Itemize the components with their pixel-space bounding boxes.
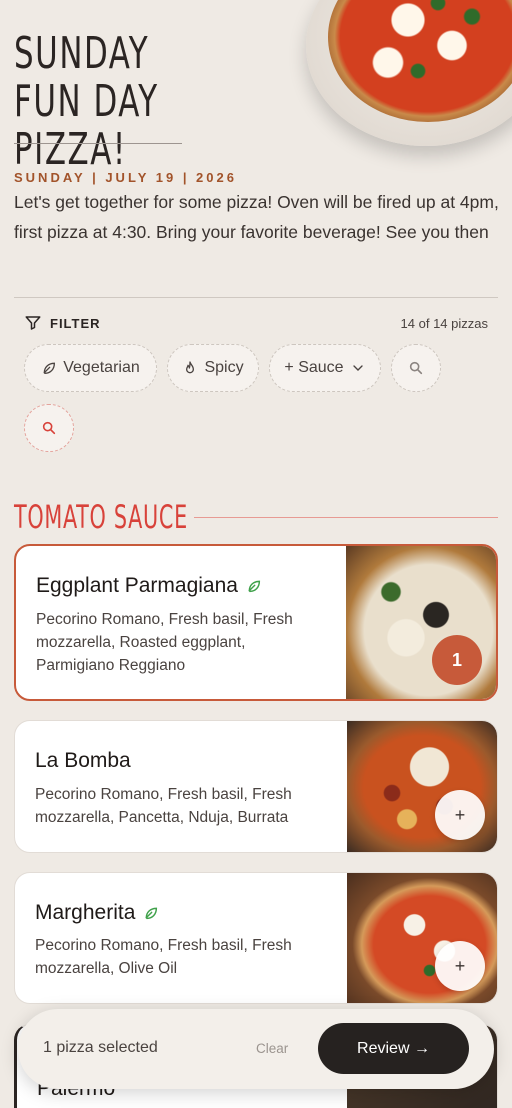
pizza-name: La Bomba	[35, 749, 131, 772]
selection-count: 1 pizza selected	[43, 1039, 158, 1056]
pizza-count: 14 of 14 pizzas	[400, 316, 488, 331]
pizza-image: 1	[346, 546, 496, 699]
pizza-card[interactable]: Eggplant Parmagiana Pecorino Romano, Fre…	[14, 544, 498, 701]
filter-toggle[interactable]: FILTER	[24, 314, 101, 332]
filter-icon	[25, 316, 41, 330]
chevron-down-icon	[352, 365, 363, 371]
add-button[interactable]: +	[435, 790, 485, 840]
section-title: TOMATO SAUCE	[14, 498, 188, 536]
leaf-icon	[43, 362, 56, 375]
pizza-name-row: Eggplant Parmagiana	[36, 574, 262, 598]
vegetarian-leaf-icon	[248, 580, 261, 593]
pizza-ingredients: Pecorino Romano, Fresh basil, Fresh mozz…	[35, 937, 292, 977]
page-title: SUNDAY FUN DAY PIZZA!	[14, 28, 159, 175]
pizza-name: Eggplant Parmagiana	[36, 574, 238, 597]
page: SUNDAY FUN DAY PIZZA! SUNDAY | JULY 19 |…	[0, 0, 512, 1108]
vegetarian-chip-label: Vegetarian	[63, 359, 140, 376]
pizza-card[interactable]: La Bomba Pecorino Romano, Fresh basil, F…	[14, 720, 498, 853]
sauce-dropdown[interactable]: + Sauce	[269, 344, 381, 392]
pizza-image: +	[347, 873, 497, 1003]
filter-label: FILTER	[50, 315, 101, 331]
pizza-name-row: Margherita	[35, 901, 159, 925]
pizza-name-row: La Bomba	[35, 749, 131, 773]
pizza-card[interactable]: Margherita Pecorino Romano, Fresh basil,…	[14, 872, 498, 1004]
selection-bar: 1 pizza selected Clear Review →	[18, 1009, 494, 1089]
pizza-name: Margherita	[35, 901, 136, 924]
divider	[14, 297, 498, 298]
add-button[interactable]: +	[435, 941, 485, 991]
pizza-image: +	[347, 721, 497, 852]
review-button[interactable]: Review →	[318, 1023, 469, 1074]
vegetarian-leaf-icon	[145, 907, 158, 920]
vegetarian-chip[interactable]: Vegetarian	[24, 344, 157, 392]
search-icon	[409, 361, 423, 375]
event-description: Let's get together for some pizza! Oven …	[14, 192, 499, 242]
quantity-badge[interactable]: 1	[432, 635, 482, 685]
clear-button[interactable]: Clear	[256, 1041, 288, 1056]
search-button[interactable]	[391, 344, 441, 392]
pizza-ingredients: Pecorino Romano, Fresh basil, Fresh mozz…	[36, 611, 293, 674]
spicy-chip-label: Spicy	[204, 359, 244, 376]
pizza-ingredients: Pecorino Romano, Fresh basil, Fresh mozz…	[35, 786, 292, 826]
event-date: SUNDAY | JULY 19 | 2026	[14, 170, 237, 185]
search-button-alt[interactable]	[24, 404, 74, 452]
filter-bar: FILTER 14 of 14 pizzas	[14, 310, 498, 336]
search-icon	[42, 421, 56, 435]
flame-icon	[186, 361, 195, 374]
section-divider	[194, 517, 498, 518]
sauce-chip-label: + Sauce	[284, 359, 344, 376]
title-divider	[14, 143, 182, 144]
spicy-chip[interactable]: Spicy	[167, 344, 259, 392]
hero: SUNDAY FUN DAY PIZZA! SUNDAY | JULY 19 |…	[0, 0, 512, 290]
